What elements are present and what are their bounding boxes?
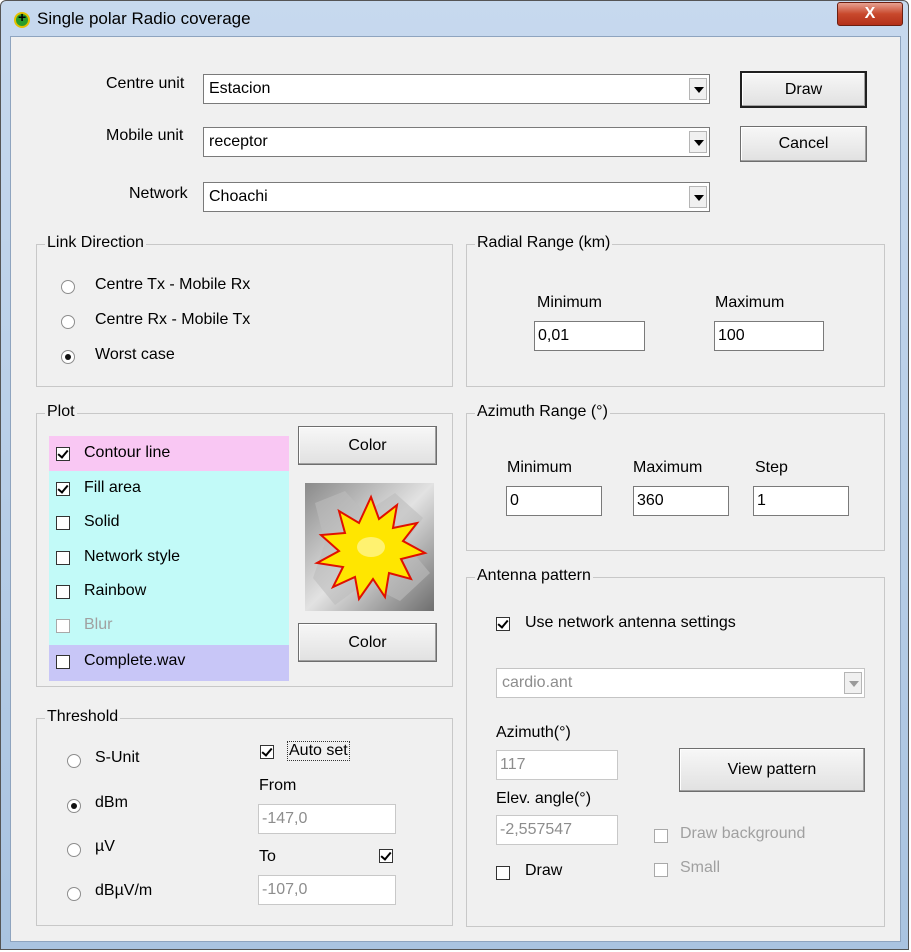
antenna-pattern-title: Antenna pattern [475, 567, 593, 585]
radial-min-input[interactable]: 0,01 [534, 321, 645, 351]
mobile-unit-select[interactable]: receptor [203, 127, 710, 157]
threshold-title: Threshold [45, 708, 121, 726]
fill-color-button[interactable]: Color [298, 623, 437, 662]
chevron-down-icon[interactable] [689, 78, 707, 100]
to-label: To [259, 848, 276, 865]
use-network-antenna-checkbox[interactable] [496, 617, 510, 631]
centre-tx-label: Centre Tx - Mobile Rx [95, 276, 251, 293]
auto-set-checkbox[interactable] [260, 745, 274, 759]
draw-background-checkbox [654, 829, 668, 843]
dbuv-m-radio[interactable] [67, 887, 81, 901]
dialog-body: Centre unit Estacion Mobile unit recepto… [10, 36, 901, 942]
contour-color-button[interactable]: Color [298, 426, 437, 465]
azimuth-min-label: Minimum [507, 459, 572, 476]
chevron-down-icon[interactable] [689, 131, 707, 153]
radial-max-input[interactable]: 100 [714, 321, 824, 351]
centre-rx-label: Centre Rx - Mobile Tx [95, 311, 251, 328]
complete-wav-checkbox[interactable] [56, 655, 70, 669]
network-label: Network [129, 185, 188, 202]
mobile-unit-label: Mobile unit [106, 127, 184, 144]
s-unit-label: S-Unit [95, 749, 140, 766]
radial-range-title: Radial Range (km) [475, 234, 613, 252]
network-select[interactable]: Choachi [203, 182, 710, 212]
close-button[interactable]: X [837, 2, 903, 26]
app-icon [14, 9, 30, 28]
blur-checkbox [56, 619, 70, 633]
microvolt-label: µV [95, 838, 115, 855]
azimuth-max-input[interactable]: 360 [633, 486, 729, 516]
fill-area-checkbox[interactable] [56, 482, 70, 496]
elev-angle-label: Elev. angle(°) [496, 790, 592, 807]
azimuth-range-title: Azimuth Range (°) [475, 403, 610, 421]
azimuth-min-input[interactable]: 0 [506, 486, 602, 516]
antenna-draw-label: Draw [525, 862, 563, 879]
antenna-pattern-value: cardio.ant [502, 674, 573, 691]
rainbow-label: Rainbow [84, 582, 147, 599]
view-pattern-button[interactable]: View pattern [679, 748, 865, 792]
to-checkbox[interactable] [379, 849, 393, 863]
threshold-group: Threshold S-Unit dBm µV dBµV/m Auto set … [36, 708, 453, 926]
centre-tx-radio[interactable] [61, 280, 75, 294]
antenna-pattern-select[interactable]: cardio.ant [496, 668, 865, 698]
small-label: Small [680, 859, 721, 876]
centre-unit-select[interactable]: Estacion [203, 74, 710, 104]
window-title: Single polar Radio coverage [37, 9, 251, 28]
worst-case-label: Worst case [95, 346, 175, 363]
chevron-down-icon[interactable] [844, 672, 862, 694]
radial-min-label: Minimum [537, 294, 602, 311]
complete-wav-label: Complete.wav [84, 652, 186, 669]
solid-checkbox[interactable] [56, 516, 70, 530]
azimuth-step-label: Step [755, 459, 788, 476]
centre-unit-value: Estacion [209, 80, 271, 97]
dialog-window: Single polar Radio coverage X Centre uni… [0, 0, 909, 950]
dbuv-m-label: dBµV/m [95, 882, 153, 899]
plot-title: Plot [45, 403, 77, 421]
draw-background-label: Draw background [680, 825, 806, 842]
plot-group: Plot Contour line Fill area Solid Networ… [36, 403, 453, 687]
rainbow-checkbox[interactable] [56, 585, 70, 599]
centre-unit-label: Centre unit [106, 75, 185, 92]
from-label: From [259, 777, 297, 794]
microvolt-radio[interactable] [67, 843, 81, 857]
dbm-label: dBm [95, 794, 128, 811]
fill-area-label: Fill area [84, 479, 141, 496]
azimuth-max-label: Maximum [633, 459, 703, 476]
mobile-unit-value: receptor [209, 133, 268, 150]
antenna-azimuth-label: Azimuth(°) [496, 724, 571, 741]
azimuth-step-input[interactable]: 1 [753, 486, 849, 516]
radial-max-label: Maximum [715, 294, 785, 311]
coverage-preview-image [305, 483, 434, 611]
s-unit-radio[interactable] [67, 754, 81, 768]
network-style-label: Network style [84, 548, 181, 565]
centre-rx-radio[interactable] [61, 315, 75, 329]
link-direction-group: Link Direction Centre Tx - Mobile Rx Cen… [36, 234, 453, 387]
elev-angle-input[interactable]: -2,557547 [496, 815, 618, 845]
azimuth-range-group: Azimuth Range (°) Minimum 0 Maximum 360 … [466, 403, 885, 551]
cancel-button[interactable]: Cancel [740, 126, 867, 162]
title-bar[interactable]: Single polar Radio coverage X [1, 1, 908, 35]
antenna-draw-checkbox[interactable] [496, 866, 510, 880]
network-value: Choachi [209, 188, 268, 205]
small-checkbox [654, 863, 668, 877]
contour-line-checkbox[interactable] [56, 447, 70, 461]
antenna-pattern-group: Antenna pattern Use network antenna sett… [466, 567, 885, 927]
auto-set-label: Auto set [287, 741, 350, 761]
link-direction-title: Link Direction [45, 234, 146, 252]
to-input[interactable]: -107,0 [258, 875, 396, 905]
contour-line-label: Contour line [84, 444, 171, 461]
network-style-checkbox[interactable] [56, 551, 70, 565]
from-input[interactable]: -147,0 [258, 804, 396, 834]
dbm-radio[interactable] [67, 799, 81, 813]
blur-label: Blur [84, 616, 113, 633]
radial-range-group: Radial Range (km) Minimum 0,01 Maximum 1… [466, 234, 885, 387]
worst-case-radio[interactable] [61, 350, 75, 364]
chevron-down-icon[interactable] [689, 186, 707, 208]
use-network-antenna-label: Use network antenna settings [525, 614, 736, 631]
antenna-azimuth-input[interactable]: 117 [496, 750, 618, 780]
draw-button[interactable]: Draw [740, 71, 867, 108]
solid-label: Solid [84, 513, 120, 530]
